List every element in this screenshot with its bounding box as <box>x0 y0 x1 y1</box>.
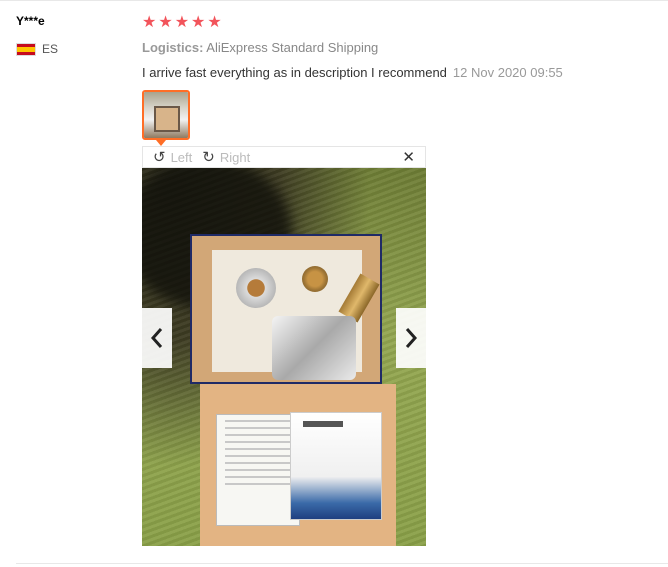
star-icon: ★ <box>142 14 157 31</box>
rotate-right-button[interactable]: ↻ Right <box>202 148 250 166</box>
star-rating: ★ ★ ★ ★ ★ <box>142 14 222 32</box>
logistics-value: AliExpress Standard Shipping <box>203 40 379 55</box>
top-divider <box>0 0 668 1</box>
rotate-left-icon: ↺ <box>153 149 166 166</box>
rotate-left-label: Left <box>170 149 193 165</box>
next-photo-button[interactable] <box>396 308 426 368</box>
photo-viewer-toolbar: ↺ Left ↻ Right ✕ <box>142 146 426 168</box>
review-text: I arrive fast everything as in descripti… <box>142 65 447 80</box>
review-photo <box>142 168 426 546</box>
review-photo-thumbnail[interactable] <box>142 90 190 140</box>
reviewer-country: ES <box>16 42 58 56</box>
star-icon: ★ <box>207 14 222 31</box>
rotate-right-icon: ↻ <box>202 149 215 166</box>
spain-flag-icon <box>16 42 36 56</box>
logistics-info: Logistics: AliExpress Standard Shipping <box>142 40 378 55</box>
chevron-left-icon <box>150 328 163 348</box>
review-body: I arrive fast everything as in descripti… <box>142 65 563 80</box>
review-date: 12 Nov 2020 09:55 <box>452 65 563 80</box>
chevron-right-icon <box>405 328 418 348</box>
bottom-divider <box>16 563 668 564</box>
rotate-left-button[interactable]: ↺ Left <box>153 148 192 166</box>
star-icon: ★ <box>158 14 173 31</box>
reviewer-name: Y***e <box>16 14 45 28</box>
previous-photo-button[interactable] <box>142 308 172 368</box>
star-icon: ★ <box>191 14 206 31</box>
close-icon[interactable]: ✕ <box>402 148 415 166</box>
country-code: ES <box>42 42 59 56</box>
logistics-label: Logistics: <box>142 40 204 55</box>
star-icon: ★ <box>174 14 190 31</box>
rotate-right-label: Right <box>219 149 251 165</box>
